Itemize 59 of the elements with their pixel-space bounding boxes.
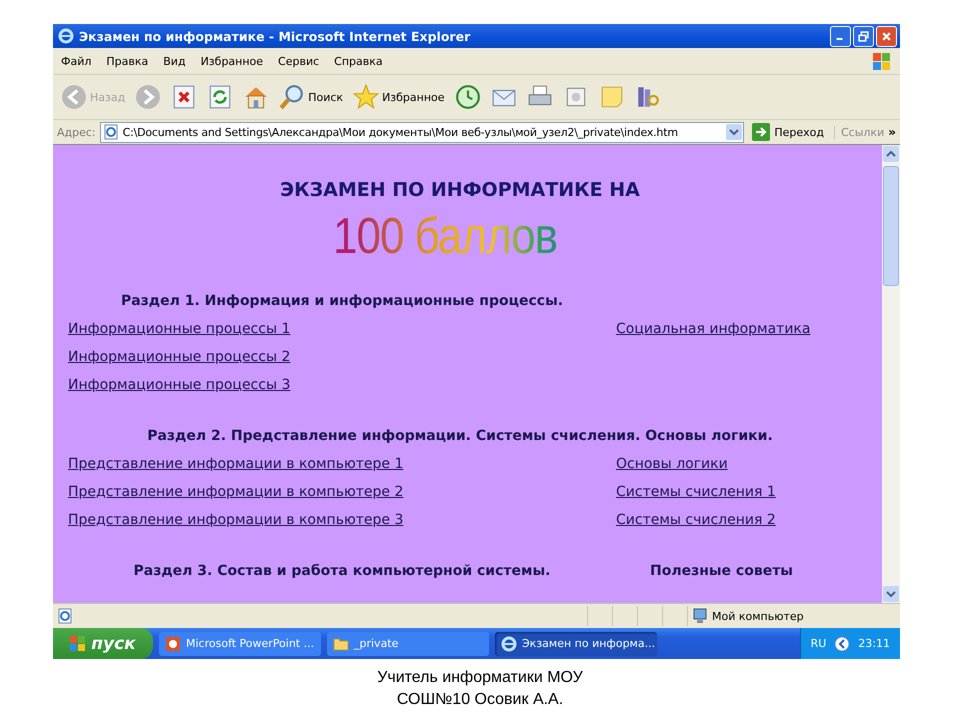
menu-item[interactable]: Справка [334, 54, 383, 68]
page-icon [57, 608, 73, 624]
slide-caption: Учитель информатики МОУ СОШ№10 Осовик А.А. [376, 668, 584, 710]
clock: 23:11 [858, 637, 890, 650]
taskbar-button[interactable]: _private [327, 632, 489, 656]
windows-flag-icon [873, 52, 890, 70]
section-title: Раздел 3. Состав и работа компьютерной системы. [134, 563, 550, 579]
taskbar-button[interactable]: Microsoft PowerPoint ... [159, 632, 321, 656]
zone-label: Мой компьютер [712, 610, 804, 622]
close-icon [881, 30, 892, 42]
computer-icon [692, 608, 708, 624]
topic-link[interactable]: Информационные процессы 2 [68, 343, 290, 371]
search-icon [279, 84, 306, 110]
menu-item[interactable]: Избранное [200, 54, 264, 68]
scrollbar-thumb[interactable] [883, 166, 899, 286]
folder-icon [333, 636, 349, 652]
topic-link[interactable]: Информационные процессы 3 [68, 371, 290, 399]
minimize-button[interactable] [830, 26, 851, 46]
topic-link[interactable]: Информационные процессы 1 [68, 315, 290, 343]
refresh-icon [207, 84, 234, 110]
go-button[interactable]: Переход [748, 123, 830, 141]
menu-item[interactable]: Вид [163, 54, 186, 68]
address-field[interactable]: C:\Documents and Settings\Александра\Мои документы\Мои веб-узлы\мой_узел2\_private\index.htm [100, 122, 744, 142]
minimize-icon [836, 38, 842, 40]
sticky-note-icon [598, 84, 625, 110]
topic-link[interactable]: Системы счисления 2 [616, 506, 776, 534]
topic-link[interactable]: Представление информации в компьютере 3 [68, 506, 404, 534]
topic-link[interactable]: Системы счисления 1 [616, 478, 776, 506]
star-icon [353, 84, 380, 110]
address-label: Адрес: [57, 126, 96, 138]
section-title: Раздел 1. Информация и информационные процессы. [120, 293, 564, 309]
taskbar-button[interactable]: Экзамен по информа... [495, 632, 657, 656]
restore-button[interactable] [853, 26, 874, 46]
page-icon [102, 124, 119, 140]
toolbar-button[interactable]: Поиск [277, 82, 346, 112]
close-button[interactable] [876, 26, 897, 46]
topic-link[interactable]: Представление информации в компьютере 2 [68, 478, 404, 506]
ie-logo-icon [58, 28, 74, 44]
ie-logo-icon [501, 636, 517, 652]
menu-item[interactable]: Сервис [278, 54, 320, 68]
section-title: Полезные советы [650, 563, 793, 579]
start-button[interactable]: пуск [53, 628, 153, 659]
left-chevron-icon[interactable] [834, 636, 850, 652]
more-links-chevron[interactable]: » [888, 125, 896, 139]
window-title: Экзамен по информатике - Microsoft Internet Explorer [79, 28, 472, 44]
presentation-app-icon [165, 636, 181, 652]
vertical-scrollbar[interactable] [882, 145, 900, 603]
section-title: Раздел 2. Представление информации. Системы счисления. Основы логики. [146, 428, 774, 444]
history-clock-icon [454, 84, 481, 110]
toolbar-button[interactable]: Избранное [351, 82, 447, 112]
topic-link[interactable]: Социальная информатика [616, 315, 810, 343]
menu-item[interactable]: Правка [106, 54, 148, 68]
menu-item[interactable]: Файл [61, 54, 92, 68]
stop-icon [171, 84, 198, 110]
restore-icon [858, 30, 869, 42]
topic-link[interactable]: Представление информации в компьютере 1 [68, 450, 404, 478]
topic-link[interactable]: Основы логики [616, 450, 728, 478]
windows-flag-icon [70, 636, 86, 651]
page-heading: ЭКЗАМЕН ПО ИНФОРМАТИКЕ НА [279, 179, 641, 201]
